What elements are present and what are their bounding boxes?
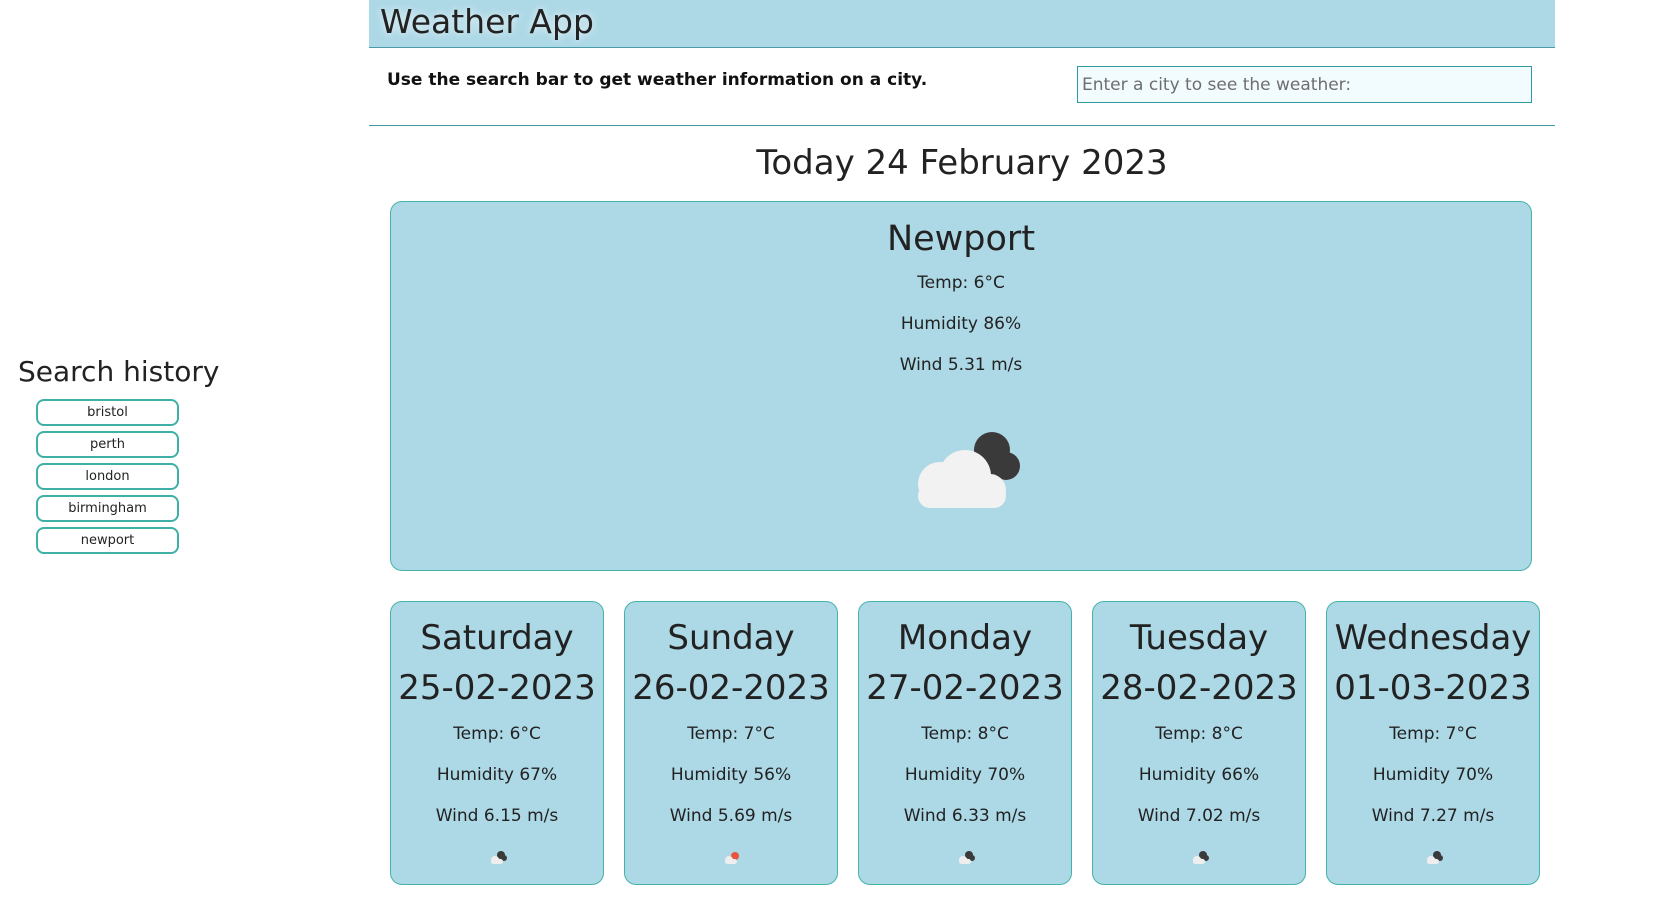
forecast-card: Sunday 26-02-2023 Temp: 7°C Humidity 56%… bbox=[624, 601, 838, 885]
forecast-day: Wednesday bbox=[1334, 618, 1532, 658]
forecast-card: Saturday 25-02-2023 Temp: 6°C Humidity 6… bbox=[390, 601, 604, 885]
forecast-temp: Temp: 8°C bbox=[1155, 724, 1243, 744]
forecast-humidity: Humidity 70% bbox=[1372, 765, 1494, 785]
forecast-date: 28-02-2023 bbox=[1100, 668, 1298, 708]
forecast-humidity: Humidity 67% bbox=[436, 765, 558, 785]
forecast-day: Tuesday bbox=[1129, 618, 1269, 658]
search-instruction: Use the search bar to get weather inform… bbox=[387, 70, 928, 90]
forecast-wind: Wind 7.02 m/s bbox=[1137, 806, 1261, 826]
forecast-humidity: Humidity 66% bbox=[1138, 765, 1260, 785]
forecast-wind: Wind 6.15 m/s bbox=[435, 806, 559, 826]
history-item-perth[interactable]: perth bbox=[36, 431, 179, 458]
forecast-wind: Wind 5.69 m/s bbox=[669, 806, 793, 826]
cloud-moon-icon bbox=[959, 851, 975, 864]
forecast-date: 26-02-2023 bbox=[632, 668, 830, 708]
forecast-day: Sunday bbox=[667, 618, 795, 658]
forecast-humidity: Humidity 56% bbox=[670, 765, 792, 785]
forecast-temp: Temp: 7°C bbox=[1389, 724, 1477, 744]
current-temp: Temp: 6°C bbox=[917, 273, 1005, 293]
cloud-moon-icon bbox=[1427, 851, 1443, 864]
forecast-humidity: Humidity 70% bbox=[904, 765, 1026, 785]
current-wind: Wind 5.31 m/s bbox=[899, 355, 1023, 375]
cloud-moon-icon bbox=[918, 432, 1020, 508]
history-item-birmingham[interactable]: birmingham bbox=[36, 495, 179, 522]
today-date-heading: Today 24 February 2023 bbox=[756, 143, 1168, 183]
forecast-wind: Wind 6.33 m/s bbox=[903, 806, 1027, 826]
current-weather-card: Newport Temp: 6°C Humidity 86% Wind 5.31… bbox=[390, 201, 1532, 571]
history-item-newport[interactable]: newport bbox=[36, 527, 179, 554]
search-history-title: Search history bbox=[18, 355, 220, 388]
forecast-date: 25-02-2023 bbox=[398, 668, 596, 708]
forecast-date: 27-02-2023 bbox=[866, 668, 1064, 708]
current-city-name: Newport bbox=[886, 219, 1036, 259]
header-divider bbox=[369, 125, 1555, 126]
cloud-sun-icon bbox=[725, 852, 739, 864]
forecast-day: Monday bbox=[897, 618, 1033, 658]
history-item-london[interactable]: london bbox=[36, 463, 179, 490]
app-title: Weather App bbox=[380, 2, 594, 41]
forecast-day: Saturday bbox=[420, 618, 574, 658]
forecast-card: Monday 27-02-2023 Temp: 8°C Humidity 70%… bbox=[858, 601, 1072, 885]
city-search-input[interactable] bbox=[1077, 66, 1532, 103]
cloud-moon-icon bbox=[491, 851, 507, 864]
forecast-wind: Wind 7.27 m/s bbox=[1371, 806, 1495, 826]
forecast-temp: Temp: 6°C bbox=[453, 724, 541, 744]
cloud-moon-icon bbox=[1193, 851, 1209, 864]
history-item-bristol[interactable]: bristol bbox=[36, 399, 179, 426]
forecast-card: Wednesday 01-03-2023 Temp: 7°C Humidity … bbox=[1326, 601, 1540, 885]
forecast-card: Tuesday 28-02-2023 Temp: 8°C Humidity 66… bbox=[1092, 601, 1306, 885]
current-humidity: Humidity 86% bbox=[900, 314, 1022, 334]
forecast-temp: Temp: 8°C bbox=[921, 724, 1009, 744]
app-header: Weather App bbox=[369, 0, 1555, 48]
forecast-date: 01-03-2023 bbox=[1334, 668, 1532, 708]
forecast-temp: Temp: 7°C bbox=[687, 724, 775, 744]
